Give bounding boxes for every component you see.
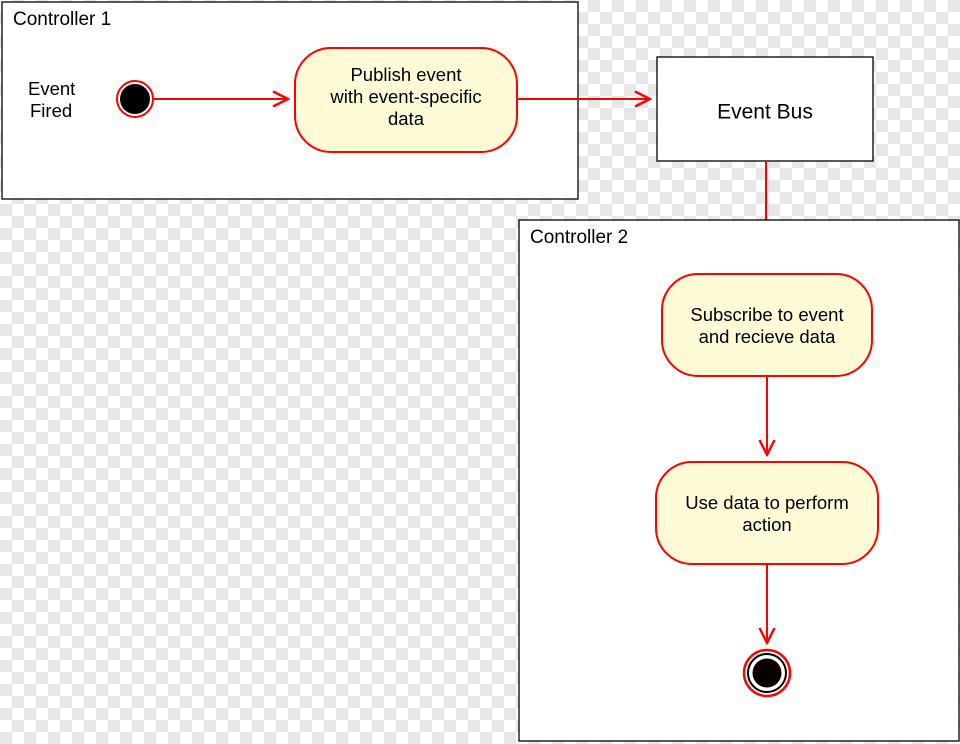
publish-line2: with event-specific [329,86,481,107]
final-node [753,659,782,688]
publish-line3: data [388,108,425,129]
event-bus-label: Event Bus [717,101,813,124]
subscribe-line2: and recieve data [699,326,837,347]
diagram-canvas: Controller 1 Event Fired Publish event w… [0,0,960,744]
publish-line1: Publish event [350,64,461,85]
controller2-title: Controller 2 [530,227,628,248]
event-fired-label-line1: Event [28,78,75,99]
use-line2: action [742,514,791,535]
event-fired-label-line2: Fired [30,100,72,121]
use-line1: Use data to perform [685,492,849,513]
initial-node [120,84,150,114]
controller1-title: Controller 1 [13,9,111,30]
subscribe-line1: Subscribe to event [690,304,843,325]
